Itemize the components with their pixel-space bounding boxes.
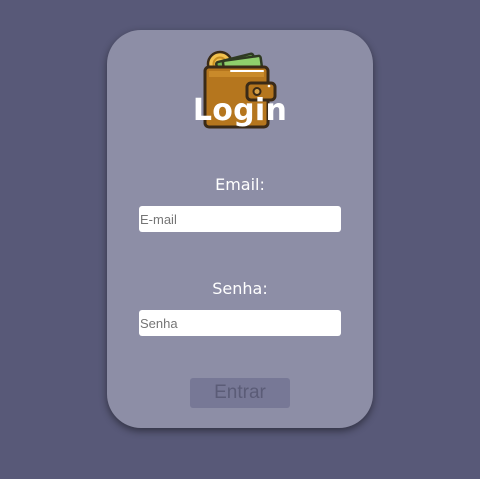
email-field[interactable] (139, 206, 341, 232)
password-label: Senha: (212, 279, 268, 298)
email-label: Email: (215, 175, 265, 194)
login-button[interactable]: Entrar (190, 378, 290, 408)
password-field[interactable] (139, 310, 341, 336)
login-card: Login Email: Senha: Entrar (107, 30, 373, 428)
page-title: Login (192, 93, 288, 128)
